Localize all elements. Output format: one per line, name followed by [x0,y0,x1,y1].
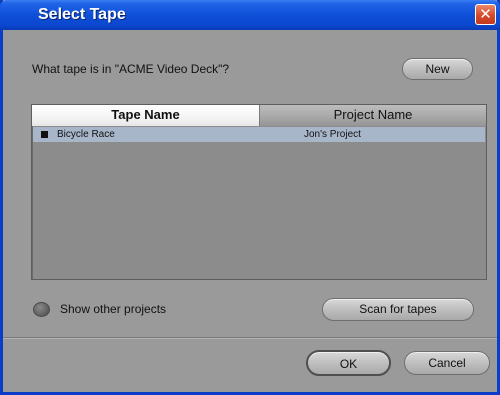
ok-button[interactable]: OK [306,350,391,376]
tape-name-cell: Bicycle Race [57,129,115,140]
new-tape-button[interactable]: New [402,58,473,80]
show-other-projects-label: Show other projects [60,302,167,316]
column-header-project-name[interactable]: Project Name [260,105,486,126]
close-button[interactable]: ✕ [475,4,496,25]
window-title: Select Tape [38,6,126,23]
close-icon: ✕ [479,5,492,23]
tape-marker-icon [41,131,48,138]
divider [3,337,497,339]
tape-list[interactable]: Tape Name Project Name Bicycle Race Jon'… [31,104,487,280]
show-other-projects-radio[interactable] [33,302,50,317]
scan-for-tapes-button[interactable]: Scan for tapes [322,298,474,321]
title-bar[interactable]: Select Tape ✕ [0,0,500,30]
cancel-button[interactable]: Cancel [404,351,490,375]
select-tape-dialog: Select Tape ✕ What tape is in "ACME Vide… [0,0,500,395]
tape-prompt: What tape is in "ACME Video Deck"? [32,62,230,76]
project-name-cell: Jon's Project [304,129,361,140]
table-row[interactable]: Bicycle Race Jon's Project [33,127,485,142]
column-header-tape-name[interactable]: Tape Name [32,105,260,126]
